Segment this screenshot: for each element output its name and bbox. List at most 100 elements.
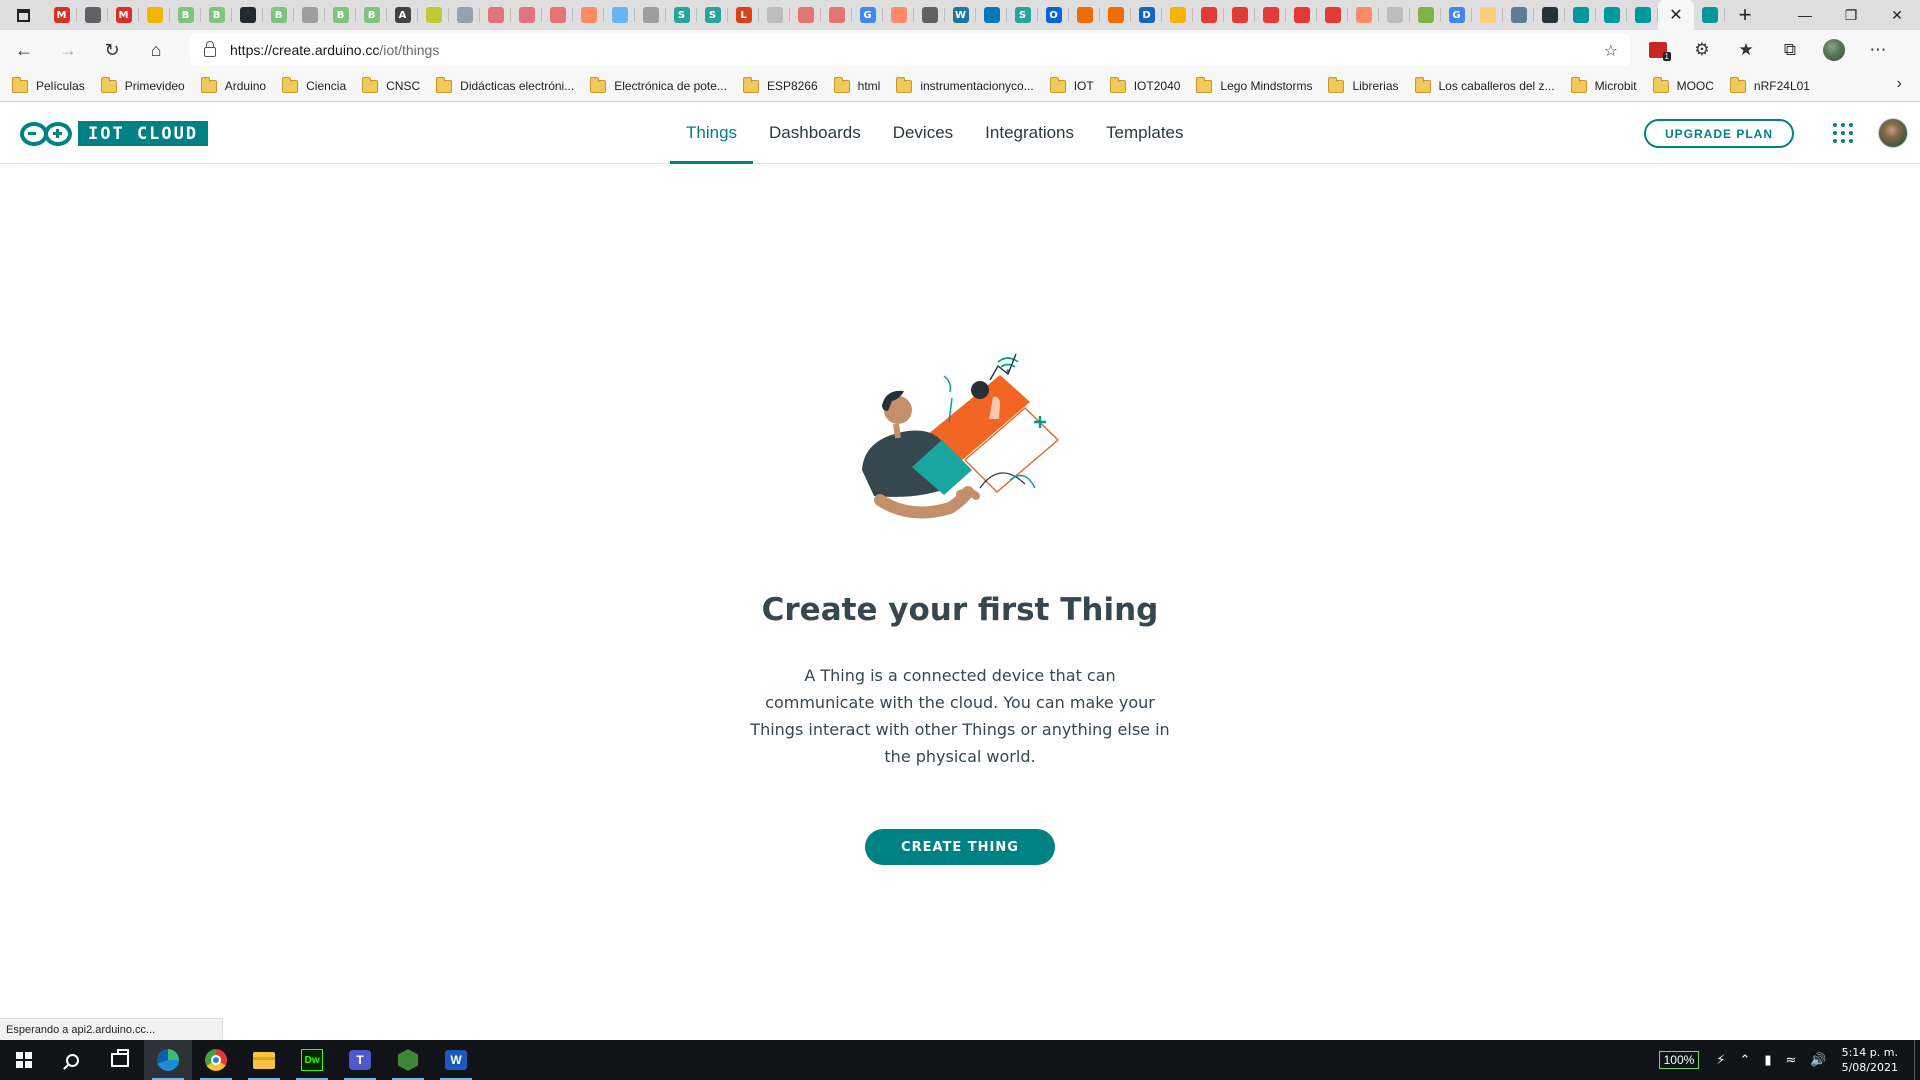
browser-tab[interactable] [573, 0, 604, 30]
browser-tab[interactable]: B [356, 0, 387, 30]
browser-tab[interactable] [294, 0, 325, 30]
browser-tab[interactable]: B [201, 0, 232, 30]
browser-tab[interactable] [480, 0, 511, 30]
browser-tab[interactable] [542, 0, 573, 30]
tab-active[interactable]: ✕ [1658, 0, 1694, 30]
browser-tab[interactable] [1503, 0, 1534, 30]
close-window-button[interactable]: ✕ [1874, 0, 1920, 30]
browser-tab[interactable] [883, 0, 914, 30]
forward-button[interactable]: → [48, 34, 88, 68]
bookmark-folder[interactable]: Electrónica de pote... [590, 74, 727, 98]
new-tab-button[interactable]: + [1725, 0, 1765, 30]
browser-tab[interactable] [1472, 0, 1503, 30]
bookmark-folder[interactable]: MOOC [1652, 74, 1714, 98]
browser-tab[interactable] [1224, 0, 1255, 30]
browser-tab[interactable] [1596, 0, 1627, 30]
volume-icon[interactable]: 🔊 [1810, 1053, 1826, 1068]
browser-tab[interactable] [1069, 0, 1100, 30]
browser-tab[interactable] [232, 0, 263, 30]
browser-tab[interactable] [449, 0, 480, 30]
browser-tab[interactable]: D [1131, 0, 1162, 30]
browser-tab[interactable] [1286, 0, 1317, 30]
iot-cloud-logo[interactable]: IOT CLOUD [20, 121, 209, 146]
browser-tab[interactable] [821, 0, 852, 30]
lock-icon[interactable] [204, 41, 216, 57]
browser-tab[interactable]: B [170, 0, 201, 30]
browser-tab[interactable] [77, 0, 108, 30]
battery-icon[interactable]: ▮ [1764, 1053, 1771, 1068]
close-tab-icon[interactable]: ✕ [1669, 5, 1682, 25]
browser-tab[interactable] [139, 0, 170, 30]
browser-tab[interactable] [1100, 0, 1131, 30]
profile-button[interactable] [1812, 34, 1856, 66]
browser-tab[interactable] [418, 0, 449, 30]
bookmark-folder[interactable]: IOT2040 [1109, 74, 1180, 98]
taskbar-chrome[interactable] [192, 1040, 240, 1080]
nav-tab-templates[interactable]: Templates [1090, 102, 1199, 164]
bookmark-folder[interactable]: Ciencia [282, 74, 346, 98]
user-avatar[interactable] [1878, 118, 1908, 148]
browser-tab[interactable]: W [945, 0, 976, 30]
taskbar-dreamweaver[interactable]: Dw [288, 1040, 336, 1080]
bookmark-folder[interactable]: Didácticas electróni... [436, 74, 574, 98]
bookmark-folder[interactable]: Primevideo [100, 74, 185, 98]
nav-tab-devices[interactable]: Devices [877, 102, 969, 164]
browser-tab[interactable] [1162, 0, 1193, 30]
browser-tab[interactable] [914, 0, 945, 30]
apps-grid-icon[interactable] [1833, 123, 1853, 143]
browser-tab[interactable]: M [108, 0, 139, 30]
bookmark-folder[interactable]: Los caballeros del z... [1414, 74, 1555, 98]
browser-tab[interactable]: G [852, 0, 883, 30]
upgrade-plan-button[interactable]: UPGRADE PLAN [1644, 119, 1794, 148]
start-button[interactable] [0, 1040, 48, 1080]
browser-tab[interactable] [1317, 0, 1348, 30]
bookmarks-overflow-chevron-icon[interactable]: › [1897, 75, 1902, 93]
power-icon[interactable]: ⚡ [1716, 1053, 1725, 1068]
taskbar-node[interactable] [384, 1040, 432, 1080]
browser-tab[interactable] [635, 0, 666, 30]
back-button[interactable]: ← [4, 34, 44, 68]
show-hidden-icons-icon[interactable]: ⌃ [1739, 1053, 1750, 1068]
browser-tab[interactable] [1565, 0, 1596, 30]
zoom-level[interactable]: 100% [1658, 1051, 1700, 1069]
browser-tab[interactable]: B [263, 0, 294, 30]
nav-tab-dashboards[interactable]: Dashboards [753, 102, 877, 164]
bookmark-folder[interactable]: IOT [1049, 74, 1094, 98]
minimize-button[interactable]: — [1782, 0, 1828, 30]
taskbar-word[interactable]: W [432, 1040, 480, 1080]
search-button[interactable] [48, 1040, 96, 1080]
collections-icon[interactable]: ⧉ [1768, 34, 1812, 66]
clock[interactable]: 5:14 p. m. 5/08/2021 [1842, 1045, 1898, 1075]
tab-actions-menu-icon[interactable] [0, 0, 46, 30]
browser-tab[interactable] [1255, 0, 1286, 30]
browser-tab[interactable] [1379, 0, 1410, 30]
extensions-puzzle-icon[interactable]: ⚙ [1680, 34, 1724, 66]
create-thing-button[interactable]: CREATE THING [865, 829, 1055, 865]
network-icon[interactable]: ≈ [1786, 1053, 1797, 1068]
browser-tab[interactable] [604, 0, 635, 30]
browser-tab[interactable] [1694, 0, 1725, 30]
bookmark-folder[interactable]: Librerias [1328, 74, 1399, 98]
settings-more-icon[interactable]: ⋯ [1856, 34, 1900, 66]
browser-tab[interactable]: O [1038, 0, 1069, 30]
bookmark-folder[interactable]: CNSC [362, 74, 420, 98]
browser-tab[interactable] [1627, 0, 1658, 30]
browser-tab[interactable]: A [387, 0, 418, 30]
task-view-button[interactable] [96, 1040, 144, 1080]
address-bar[interactable]: https://create.arduino.cc/iot/things ☆ [190, 34, 1630, 66]
nav-tab-integrations[interactable]: Integrations [969, 102, 1090, 164]
bookmark-folder[interactable]: html [833, 74, 880, 98]
browser-tab[interactable] [759, 0, 790, 30]
extension-red-icon[interactable]: 1 [1636, 34, 1680, 66]
reload-button[interactable]: ↻ [92, 34, 132, 68]
nav-tab-things[interactable]: Things [670, 102, 754, 164]
bookmark-folder[interactable]: Arduino [200, 74, 266, 98]
browser-tab[interactable] [1193, 0, 1224, 30]
bookmark-folder[interactable]: Microbit [1570, 74, 1637, 98]
bookmark-folder[interactable]: ESP8266 [742, 74, 818, 98]
browser-tab[interactable]: S [697, 0, 728, 30]
browser-tab[interactable] [1410, 0, 1441, 30]
browser-tab[interactable] [1534, 0, 1565, 30]
browser-tab[interactable] [511, 0, 542, 30]
add-favorite-icon[interactable]: ☆ [1604, 41, 1618, 61]
